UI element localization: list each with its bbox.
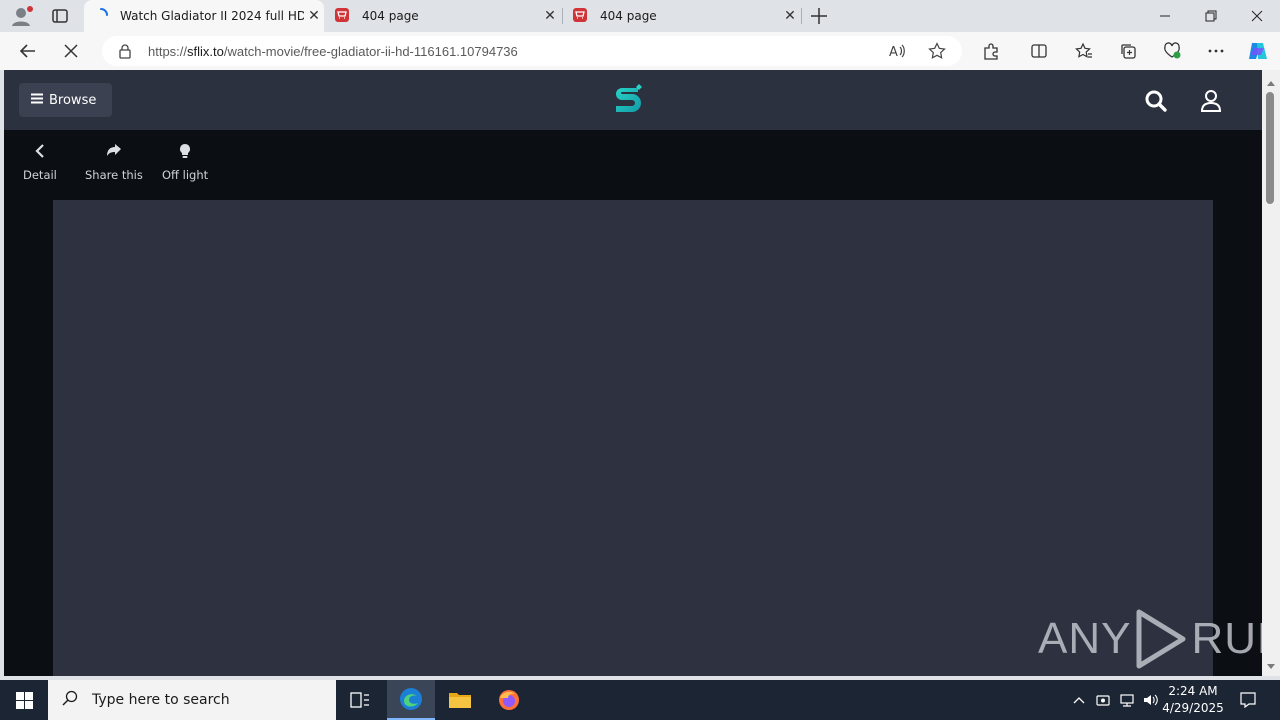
stop-loading-icon[interactable]	[55, 35, 87, 67]
detail-button[interactable]: Detail	[23, 144, 57, 182]
volume-icon[interactable]	[1140, 680, 1162, 720]
system-clock[interactable]: 2:24 AM 4/29/2025	[1160, 683, 1226, 717]
scroll-thumb[interactable]	[1266, 92, 1274, 204]
tab-strip: Watch Gladiator II 2024 full HD on ✕ 404…	[0, 0, 1280, 32]
browser-essentials-icon[interactable]	[1156, 35, 1188, 67]
favorites-icon[interactable]	[1068, 35, 1100, 67]
restore-icon[interactable]	[1188, 0, 1234, 32]
meet-now-icon[interactable]	[1092, 680, 1114, 720]
detail-label: Detail	[23, 168, 57, 182]
address-bar[interactable]: https://sflix.to/watch-movie/free-gladia…	[102, 36, 962, 66]
extensions-icon[interactable]	[975, 35, 1007, 67]
url-prefix: https://	[148, 43, 188, 59]
site-header: Browse	[4, 70, 1262, 130]
off-light-label: Off light	[162, 168, 209, 182]
share-icon	[106, 144, 121, 156]
svg-text:A: A	[889, 45, 898, 60]
url-path: /watch-movie/free-gladiator-ii-hd-116161…	[223, 43, 518, 59]
clock-date: 4/29/2025	[1162, 701, 1224, 715]
file-explorer-icon[interactable]	[436, 680, 484, 720]
scroll-down-icon[interactable]	[1266, 660, 1276, 674]
task-view-icon[interactable]	[340, 680, 380, 720]
lightbulb-icon	[180, 144, 191, 158]
tab-404-2[interactable]: 404 page ✕	[564, 0, 800, 32]
search-icon[interactable]	[1144, 89, 1168, 113]
edge-taskbar-icon[interactable]	[387, 680, 435, 720]
off-light-button[interactable]: Off light	[162, 144, 208, 182]
clock-time: 2:24 AM	[1168, 684, 1218, 698]
web-page: Browse Detail Share this Off light ANY R…	[4, 70, 1262, 676]
tab-title: 404 page	[362, 9, 419, 23]
lock-icon[interactable]	[118, 43, 132, 62]
browser-toolbar: https://sflix.to/watch-movie/free-gladia…	[0, 32, 1280, 70]
start-button[interactable]	[0, 680, 48, 720]
anyrun-watermark: ANY RUN	[1038, 608, 1262, 670]
tab-actions-icon[interactable]	[50, 6, 70, 26]
tab-title: Watch Gladiator II 2024 full HD on	[120, 9, 304, 23]
taskbar: Type here to search 2:24 AM 4/29/2025	[0, 680, 1280, 720]
show-hidden-icons-icon[interactable]	[1068, 680, 1090, 720]
copilot-icon[interactable]	[1242, 35, 1274, 67]
video-player[interactable]	[53, 200, 1213, 676]
collections-icon[interactable]	[1112, 35, 1144, 67]
watermark-left: ANY	[1038, 614, 1132, 663]
loading-spinner-icon	[94, 7, 108, 25]
tab-separator	[801, 8, 802, 24]
tab-gladiator[interactable]: Watch Gladiator II 2024 full HD on ✕	[84, 0, 324, 32]
windows-logo-icon	[15, 691, 33, 709]
read-aloud-icon[interactable]: A	[888, 42, 906, 63]
split-screen-icon[interactable]	[1023, 35, 1055, 67]
close-tab-icon[interactable]: ✕	[540, 8, 560, 24]
url-text[interactable]: https://sflix.to/watch-movie/free-gladia…	[148, 44, 518, 59]
notifications-icon[interactable]	[1232, 680, 1264, 720]
url-host: sflix.to	[187, 43, 224, 59]
browse-label: Browse	[49, 92, 97, 108]
search-placeholder: Type here to search	[92, 692, 230, 708]
close-tab-icon[interactable]: ✕	[304, 8, 324, 24]
scroll-up-icon[interactable]	[1266, 76, 1276, 90]
shopping-cart-icon	[334, 7, 350, 26]
page-scrollbar[interactable]	[1262, 70, 1280, 676]
player-action-bar: Detail Share this Off light	[4, 130, 1262, 200]
user-icon[interactable]	[1200, 89, 1222, 113]
network-icon[interactable]	[1116, 680, 1138, 720]
share-label: Share this	[85, 168, 143, 182]
play-triangle-icon	[1136, 609, 1186, 669]
firefox-icon[interactable]	[485, 680, 533, 720]
more-menu-icon[interactable]	[1200, 35, 1232, 67]
chevron-left-icon	[35, 144, 44, 158]
back-icon[interactable]	[12, 35, 44, 67]
profile-icon[interactable]	[8, 4, 34, 28]
close-tab-icon[interactable]: ✕	[780, 8, 800, 24]
favorite-star-icon[interactable]	[928, 42, 946, 63]
tab-separator	[562, 8, 563, 24]
new-tab-icon[interactable]	[808, 5, 830, 27]
browse-button[interactable]: Browse	[19, 83, 112, 117]
taskbar-search-box[interactable]: Type here to search	[48, 680, 336, 720]
tab-title: 404 page	[600, 9, 657, 23]
site-logo[interactable]	[610, 83, 644, 117]
minimize-icon[interactable]	[1142, 0, 1188, 32]
share-button[interactable]: Share this	[85, 144, 143, 182]
shopping-cart-icon	[572, 7, 588, 26]
menu-icon	[31, 93, 43, 108]
search-icon	[62, 690, 78, 710]
watermark-right: RUN	[1191, 614, 1262, 663]
close-window-icon[interactable]	[1234, 0, 1280, 32]
tab-404-1[interactable]: 404 page ✕	[324, 0, 560, 32]
